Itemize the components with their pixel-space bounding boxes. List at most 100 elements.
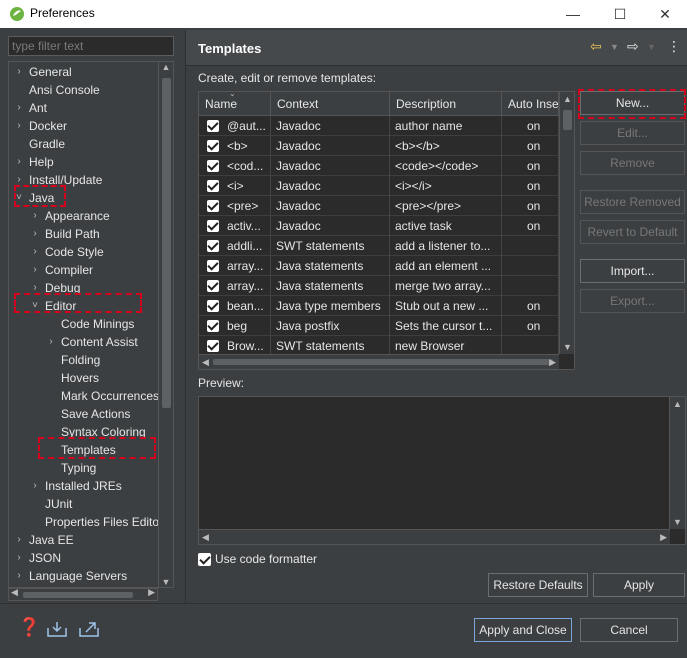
cell-context: SWT statements bbox=[271, 236, 390, 256]
import-preferences-icon[interactable] bbox=[46, 620, 68, 638]
table-row[interactable]: array... Java statements add an element ..… bbox=[199, 256, 559, 276]
tree-item-label: Java EE bbox=[29, 533, 74, 547]
chevron-down-icon[interactable]: ˅ bbox=[30, 297, 40, 315]
tree-item-label: Installed JREs bbox=[45, 479, 122, 493]
chevron-right-icon[interactable]: › bbox=[30, 279, 40, 297]
cell-context: Java statements bbox=[271, 276, 390, 296]
table-vertical-scrollbar[interactable]: ▲ ▼ bbox=[559, 92, 574, 354]
table-row[interactable]: @aut... Javadoc author name on bbox=[199, 116, 559, 136]
tree-item-label: Folding bbox=[61, 353, 101, 367]
scrollbar-thumb[interactable] bbox=[563, 110, 572, 130]
scroll-right-arrow-icon[interactable]: ▶ bbox=[549, 357, 556, 368]
new-button[interactable]: New... bbox=[580, 91, 685, 115]
chevron-down-icon[interactable]: ˅ bbox=[14, 189, 24, 207]
chevron-right-icon[interactable]: › bbox=[30, 243, 40, 261]
minimize-button[interactable]: — bbox=[550, 0, 596, 28]
scroll-up-arrow-icon[interactable]: ▲ bbox=[159, 62, 173, 72]
maximize-button[interactable]: ☐ bbox=[597, 0, 643, 28]
remove-button[interactable]: Remove bbox=[580, 151, 685, 175]
export-preferences-icon[interactable] bbox=[78, 620, 100, 638]
cell-name: array... bbox=[199, 256, 271, 276]
table-row[interactable]: <pre> Javadoc <pre></pre> on bbox=[199, 196, 559, 216]
table-row[interactable]: Brow... SWT statements new Browser bbox=[199, 336, 559, 356]
cell-auto bbox=[502, 256, 559, 276]
restore-removed-button[interactable]: Restore Removed bbox=[580, 190, 685, 214]
cell-auto: on bbox=[502, 196, 559, 216]
table-row[interactable]: bean... Java type members Stub out a new .… bbox=[199, 296, 559, 316]
scroll-left-arrow-icon[interactable]: ◀ bbox=[11, 587, 18, 598]
table-row[interactable]: <cod... Javadoc <code></code> on bbox=[199, 156, 559, 176]
preview-label: Preview: bbox=[198, 376, 245, 390]
chevron-right-icon[interactable]: › bbox=[14, 117, 24, 135]
chevron-right-icon[interactable]: › bbox=[46, 333, 56, 351]
preferences-tree: › General Ansi Console › Ant › Docker Gradle › He… bbox=[8, 61, 158, 588]
chevron-right-icon[interactable]: › bbox=[30, 477, 40, 495]
table-row[interactable]: <b> Javadoc <b></b> on bbox=[199, 136, 559, 156]
scroll-left-arrow-icon[interactable]: ◀ bbox=[202, 357, 209, 368]
scroll-down-arrow-icon[interactable]: ▼ bbox=[563, 342, 572, 352]
restore-defaults-button[interactable]: Restore Defaults bbox=[488, 573, 588, 597]
chevron-right-icon[interactable]: › bbox=[14, 549, 24, 567]
table-row[interactable]: beg Java postfix Sets the cursor t... on bbox=[199, 316, 559, 336]
chevron-right-icon[interactable]: › bbox=[30, 261, 40, 279]
scroll-up-arrow-icon[interactable]: ▲ bbox=[673, 399, 682, 409]
table-row[interactable]: <i> Javadoc <i></i> on bbox=[199, 176, 559, 196]
scroll-up-arrow-icon[interactable]: ▲ bbox=[563, 94, 572, 104]
scroll-down-arrow-icon[interactable]: ▼ bbox=[673, 517, 682, 527]
back-arrow-icon[interactable]: ⇦ bbox=[590, 38, 602, 55]
chevron-right-icon[interactable]: › bbox=[14, 99, 24, 117]
column-header-context[interactable]: Context bbox=[271, 92, 390, 116]
scrollbar-thumb[interactable] bbox=[23, 592, 133, 598]
table-row[interactable]: array... Java statements merge two array..… bbox=[199, 276, 559, 296]
chevron-right-icon[interactable]: › bbox=[14, 531, 24, 549]
cell-description: merge two array... bbox=[390, 276, 502, 296]
apply-and-close-button[interactable]: Apply and Close bbox=[474, 618, 572, 642]
table-row[interactable]: activ... Javadoc active task on bbox=[199, 216, 559, 236]
tree-item-label: Debug bbox=[45, 281, 81, 295]
table-row[interactable]: addli... SWT statements add a listener to.… bbox=[199, 236, 559, 256]
cancel-button[interactable]: Cancel bbox=[580, 618, 678, 642]
preview-horizontal-scrollbar[interactable]: ◀ ▶ bbox=[199, 529, 670, 544]
tree-horizontal-scrollbar[interactable]: ◀ ▶ bbox=[8, 587, 158, 601]
cell-description: add a listener to... bbox=[390, 236, 502, 256]
cell-description: <i></i> bbox=[390, 176, 502, 196]
column-header-auto-insert[interactable]: Auto Inse bbox=[502, 92, 559, 116]
tree-item-label: Build Path bbox=[45, 227, 100, 241]
import-button[interactable]: Import... bbox=[580, 259, 685, 283]
help-icon[interactable]: ❓ bbox=[18, 617, 40, 638]
preview-area[interactable]: ▲ ▼ ◀ ▶ bbox=[198, 396, 686, 545]
table-horizontal-scrollbar[interactable]: ◀ ▶ bbox=[199, 354, 559, 369]
forward-arrow-icon[interactable]: ⇨ bbox=[627, 38, 639, 55]
edit-button[interactable]: Edit... bbox=[580, 121, 685, 145]
chevron-right-icon[interactable]: › bbox=[14, 153, 24, 171]
scroll-right-arrow-icon[interactable]: ▶ bbox=[660, 532, 667, 543]
view-menu-icon[interactable]: ⋮ bbox=[667, 38, 681, 55]
scrollbar-thumb[interactable] bbox=[162, 78, 171, 408]
use-code-formatter-checkbox[interactable] bbox=[198, 553, 211, 566]
scrollbar-thumb[interactable] bbox=[213, 359, 553, 365]
chevron-right-icon[interactable]: › bbox=[14, 171, 24, 189]
preview-vertical-scrollbar[interactable]: ▲ ▼ bbox=[669, 397, 685, 529]
tree-item-label: Gradle bbox=[29, 137, 66, 151]
tree-item-label: Syntax Coloring bbox=[61, 425, 146, 439]
tree-vertical-scrollbar[interactable]: ▲ ▼ bbox=[158, 61, 174, 588]
back-dropdown-icon[interactable]: ▼ bbox=[610, 42, 619, 52]
scroll-right-arrow-icon[interactable]: ▶ bbox=[148, 587, 155, 598]
scroll-down-arrow-icon[interactable]: ▼ bbox=[159, 577, 173, 587]
sort-indicator-icon: ⌄ bbox=[229, 91, 236, 98]
forward-dropdown-icon[interactable]: ▼ bbox=[647, 42, 656, 52]
chevron-right-icon[interactable]: › bbox=[14, 567, 24, 585]
use-code-formatter-label[interactable]: Use code formatter bbox=[215, 552, 317, 566]
tree-item-label: Ant bbox=[29, 101, 48, 115]
apply-button[interactable]: Apply bbox=[593, 573, 685, 597]
pane-divider[interactable] bbox=[185, 30, 186, 603]
close-button[interactable]: ✕ bbox=[642, 0, 687, 28]
chevron-right-icon[interactable]: › bbox=[14, 63, 24, 81]
export-button[interactable]: Export... bbox=[580, 289, 685, 313]
chevron-right-icon[interactable]: › bbox=[30, 225, 40, 243]
chevron-right-icon[interactable]: › bbox=[30, 207, 40, 225]
revert-to-default-button[interactable]: Revert to Default bbox=[580, 220, 685, 244]
column-header-description[interactable]: Description bbox=[390, 92, 502, 116]
scroll-left-arrow-icon[interactable]: ◀ bbox=[202, 532, 209, 543]
filter-input[interactable] bbox=[8, 36, 174, 56]
